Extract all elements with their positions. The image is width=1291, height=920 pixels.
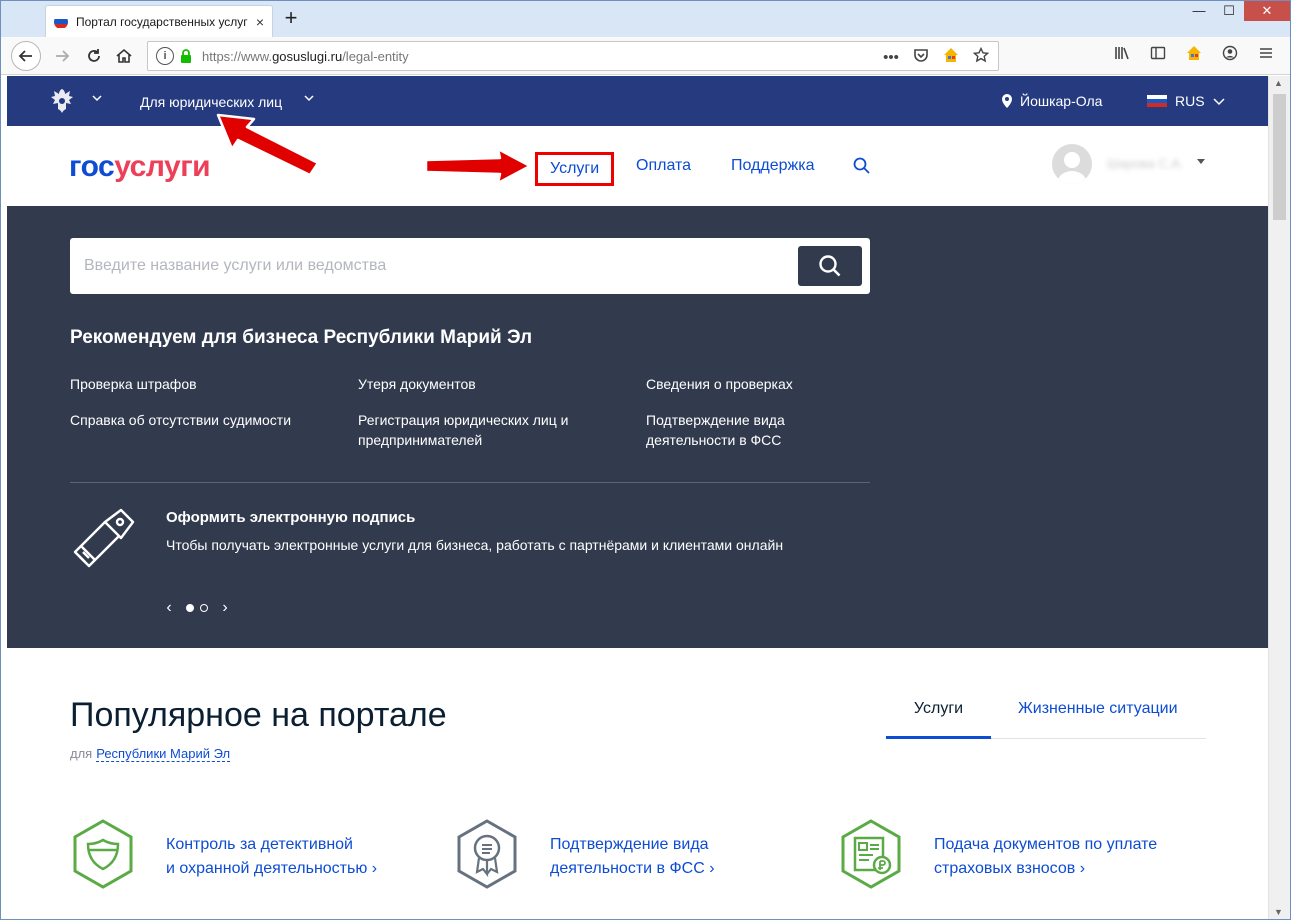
certificate-icon xyxy=(457,819,517,889)
nav-support[interactable]: Поддержка xyxy=(731,157,814,175)
caret-down-icon[interactable] xyxy=(1197,159,1205,164)
new-tab-button[interactable]: + xyxy=(279,7,303,29)
site-header: госуслуги Услуги Оплата Поддержка Шарова… xyxy=(7,126,1268,206)
carousel-controls: ‹ › xyxy=(162,599,232,617)
popular-title: Популярное на портале xyxy=(70,696,447,734)
menu-hamburger-icon[interactable] xyxy=(1256,45,1276,65)
document-ruble-icon xyxy=(841,819,901,889)
account-icon[interactable] xyxy=(1220,45,1240,65)
service-search xyxy=(70,238,870,294)
region-link[interactable]: Республики Марий Эл xyxy=(96,746,231,762)
arrow-right-icon xyxy=(56,50,70,62)
scroll-up-icon[interactable]: ▲ xyxy=(1274,78,1283,88)
pocket-icon[interactable] xyxy=(912,47,930,67)
rec-link-registration[interactable]: Регистрация юридических лиц и предприним… xyxy=(358,410,598,450)
service-link[interactable]: Подтверждение вида деятельности в ФСС › xyxy=(550,833,715,881)
tab-services[interactable]: Услуги xyxy=(886,700,991,739)
popular-subtitle: для Республики Марий Эл xyxy=(70,746,231,762)
search-icon[interactable] xyxy=(852,156,872,176)
russia-flag-icon xyxy=(1147,94,1167,108)
scroll-down-icon[interactable]: ▼ xyxy=(1274,907,1283,917)
rec-link-inspections[interactable]: Сведения о проверках xyxy=(646,374,793,394)
service-link[interactable]: Контроль за детективной и охранной деяте… xyxy=(166,833,377,881)
page-actions-icon[interactable]: ••• xyxy=(882,49,900,66)
arrow-left-icon xyxy=(18,50,32,62)
forward-button[interactable] xyxy=(47,41,77,71)
chevron-down-icon[interactable] xyxy=(304,93,314,103)
city-name: Йошкар-Ола xyxy=(1020,93,1103,109)
chevron-down-icon[interactable] xyxy=(92,93,102,103)
language-selector[interactable]: RUS xyxy=(1147,93,1225,109)
shield-icon xyxy=(73,819,133,889)
search-icon xyxy=(819,255,841,277)
minimize-button[interactable]: — xyxy=(1184,1,1214,21)
coat-of-arms-icon[interactable] xyxy=(47,86,77,116)
address-bar[interactable]: i https://www.gosuslugi.ru/legal-entity … xyxy=(147,41,999,71)
gosuslugi-logo[interactable]: госуслуги xyxy=(69,150,211,184)
window-controls: — ☐ ✕ xyxy=(1184,1,1290,23)
service-link[interactable]: Подача документов по уплате страховых вз… xyxy=(934,833,1157,881)
language-code: RUS xyxy=(1175,93,1205,109)
signature-title[interactable]: Оформить электронную подпись xyxy=(166,509,415,526)
extension-home-icon-2[interactable] xyxy=(1184,45,1204,65)
tab-title: Портал государственных услуг xyxy=(76,14,248,29)
info-icon[interactable]: i xyxy=(156,47,174,65)
hero-divider xyxy=(70,482,870,483)
carousel-dot-2[interactable] xyxy=(200,604,208,612)
close-window-button[interactable]: ✕ xyxy=(1244,1,1290,21)
city-selector[interactable]: Йошкар-Ола xyxy=(1002,93,1102,109)
page-content: Для юридических лиц Йошкар-Ола RUS госус… xyxy=(7,76,1268,919)
carousel-prev-icon[interactable]: ‹ xyxy=(162,599,176,617)
annotation-arrow-icon xyxy=(216,113,320,177)
back-button[interactable] xyxy=(11,41,41,71)
usb-key-icon xyxy=(73,508,135,568)
user-name[interactable]: Шарова С.А. xyxy=(1107,156,1184,171)
url-text[interactable]: https://www.gosuslugi.ru/legal-entity xyxy=(202,49,409,64)
tab-life-situations[interactable]: Жизненные ситуации xyxy=(1018,700,1178,718)
top-bar: Для юридических лиц Йошкар-Ола RUS xyxy=(7,76,1268,126)
sidebar-icon[interactable] xyxy=(1148,45,1168,65)
maximize-button[interactable]: ☐ xyxy=(1214,1,1244,21)
page-scrollbar[interactable]: ▲ ▼ xyxy=(1268,76,1290,919)
carousel-dot-1[interactable] xyxy=(186,604,194,612)
annotation-arrow-icon xyxy=(424,147,532,185)
rec-link-fss[interactable]: Подтверждение вида деятельности в ФСС xyxy=(646,410,816,450)
nav-payment[interactable]: Оплата xyxy=(636,157,691,175)
carousel-next-icon[interactable]: › xyxy=(218,599,232,617)
avatar[interactable] xyxy=(1052,144,1092,184)
reload-button[interactable] xyxy=(79,41,109,71)
browser-tab[interactable]: Портал государственных услуг × xyxy=(45,5,273,37)
home-button[interactable] xyxy=(109,41,139,71)
signature-text: Чтобы получать электронные услуги для би… xyxy=(166,537,784,553)
recommended-title: Рекомендуем для бизнеса Республики Марий… xyxy=(70,327,533,348)
home-icon xyxy=(116,48,132,63)
scroll-thumb[interactable] xyxy=(1273,94,1286,220)
rec-link-fines[interactable]: Проверка штрафов xyxy=(70,374,197,394)
extension-home-icon[interactable] xyxy=(942,47,960,67)
russia-flag-icon xyxy=(54,14,68,29)
tab-close-icon[interactable]: × xyxy=(256,14,264,30)
browser-titlebar: Портал государственных услуг × + — ☐ ✕ xyxy=(1,1,1290,37)
location-pin-icon xyxy=(1002,94,1012,108)
search-input[interactable] xyxy=(84,238,784,294)
bookmark-star-icon[interactable] xyxy=(972,46,990,67)
browser-window: Портал государственных услуг × + — ☐ ✕ i xyxy=(0,0,1291,920)
rec-link-lost-docs[interactable]: Утеря документов xyxy=(358,374,476,394)
chevron-down-icon xyxy=(1213,98,1225,106)
nav-services[interactable]: Услуги xyxy=(535,152,615,186)
library-icon[interactable] xyxy=(1112,45,1132,65)
browser-navbar: i https://www.gosuslugi.ru/legal-entity … xyxy=(1,37,1290,75)
rec-link-no-criminal-record[interactable]: Справка об отсутствии судимости xyxy=(70,410,291,430)
legal-entity-menu[interactable]: Для юридических лиц xyxy=(140,94,282,110)
hero-section: Рекомендуем для бизнеса Республики Марий… xyxy=(7,206,1268,648)
lock-icon[interactable] xyxy=(180,49,192,63)
popular-tabs: Услуги Жизненные ситуации xyxy=(886,688,1206,739)
search-button[interactable] xyxy=(798,246,862,286)
reload-icon xyxy=(88,49,100,62)
